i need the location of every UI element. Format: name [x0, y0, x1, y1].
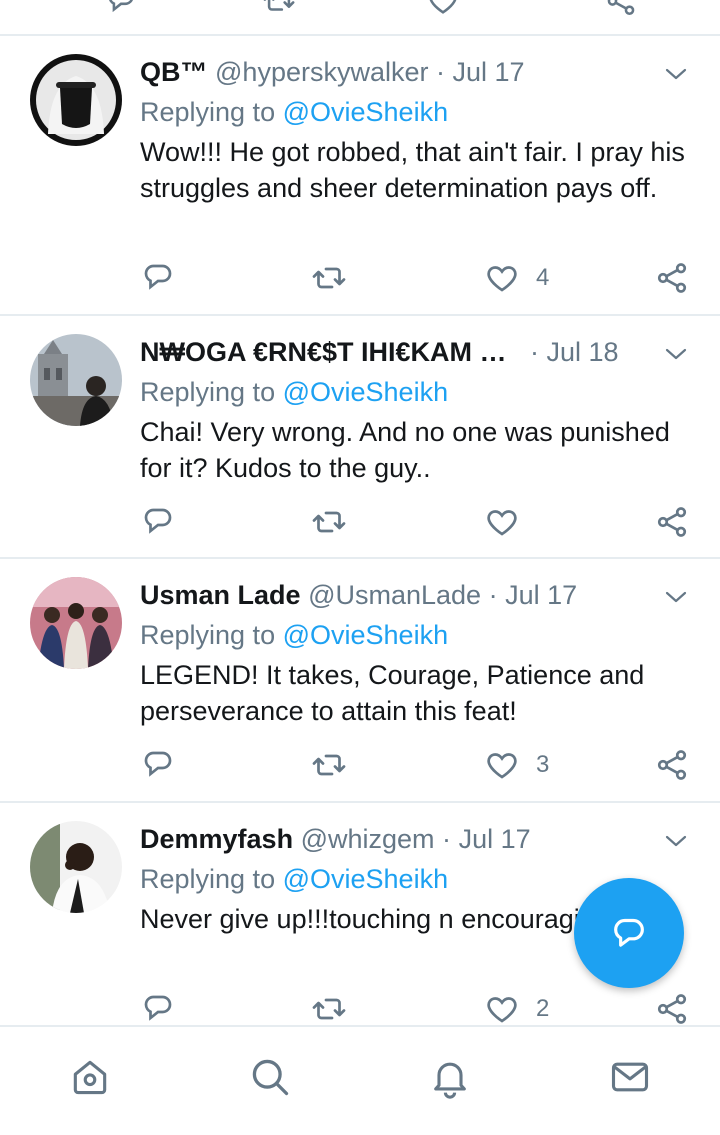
retweet-button[interactable] [310, 747, 348, 783]
share-icon[interactable] [604, 0, 638, 23]
like-button[interactable] [484, 504, 520, 540]
share-icon [657, 750, 687, 780]
reply-icon [144, 508, 172, 534]
share-icon [657, 994, 687, 1024]
tweet-actions: 3 [140, 747, 700, 783]
retweet-icon [312, 511, 346, 533]
tweet-header: Demmyfash @whizgem · Jul 17 [140, 821, 670, 857]
separator: · [530, 337, 539, 367]
share-button[interactable] [654, 504, 690, 540]
separator: · [436, 57, 445, 87]
mention-link[interactable]: @OvieSheikh [283, 377, 448, 407]
tweet-text: Chai! Very wrong. And no one was punishe… [140, 417, 670, 483]
tweet[interactable]: Usman Lade @UsmanLade · Jul 17 Replying … [0, 557, 720, 797]
heart-icon [487, 266, 517, 292]
tweet-header-date: · Jul 18 [530, 334, 630, 370]
compose-reply-icon [614, 918, 644, 947]
reply-icon [144, 751, 172, 777]
display-name[interactable]: N₩OGA €RN€$T IHI€KAM … [140, 337, 507, 367]
reply-button[interactable] [140, 260, 176, 296]
reply-icon [144, 264, 172, 290]
replying-to: Replying to @OvieSheikh [140, 617, 448, 653]
like-count: 3 [536, 751, 550, 778]
compose-reply-button[interactable] [574, 878, 684, 988]
tweet-actions: 4 [140, 260, 700, 296]
avatar[interactable] [30, 54, 122, 146]
share-button[interactable] [654, 260, 690, 296]
mention-link[interactable]: @OvieSheikh [283, 864, 448, 894]
separator: · [488, 580, 498, 610]
heart-icon [487, 753, 517, 779]
chevron-down-icon[interactable] [664, 829, 688, 853]
tweet-text: Wow!!! He got robbed, that ain't fair. I… [140, 137, 685, 203]
retweet-icon[interactable] [262, 0, 296, 23]
mention-link[interactable]: @OvieSheikh [283, 620, 448, 650]
tweet[interactable]: N₩OGA €RN€$T IHI€KAM … · Jul 18 Replying… [0, 314, 720, 554]
share-button[interactable] [654, 991, 690, 1025]
avatar[interactable] [30, 821, 122, 913]
tweet-date[interactable]: Jul 17 [459, 824, 531, 854]
home-icon[interactable] [66, 1053, 114, 1101]
tweet-actions [140, 504, 700, 540]
tweet-date[interactable]: Jul 18 [547, 337, 619, 367]
chevron-down-icon[interactable] [664, 342, 688, 366]
tweet-date[interactable]: Jul 17 [505, 580, 577, 610]
tweet-text: LEGEND! It takes, Courage, Patience and … [140, 660, 645, 726]
retweet-button[interactable] [310, 504, 348, 540]
search-icon[interactable] [246, 1053, 294, 1101]
retweet-icon [312, 998, 346, 1020]
tweet-actions: 2 [140, 991, 700, 1025]
retweet-icon [312, 267, 346, 289]
reply-button[interactable] [140, 991, 176, 1025]
display-name[interactable]: Usman Lade [140, 580, 301, 610]
retweet-icon [312, 754, 346, 776]
user-handle[interactable]: @hyperskywalker [215, 57, 428, 87]
replying-label: Replying to [140, 864, 276, 894]
user-handle[interactable]: @whizgem [301, 824, 435, 854]
messages-icon[interactable] [606, 1053, 654, 1101]
replying-to: Replying to @OvieSheikh [140, 861, 448, 897]
reply-icon [144, 995, 172, 1021]
replying-to: Replying to @OvieSheikh [140, 94, 448, 130]
reply-button[interactable] [140, 504, 176, 540]
reply-button[interactable] [140, 747, 176, 783]
replying-to: Replying to @OvieSheikh [140, 374, 448, 410]
like-button[interactable]: 2 [484, 991, 549, 1025]
share-icon [657, 507, 687, 537]
share-button[interactable] [654, 747, 690, 783]
display-name[interactable]: QB™ [140, 57, 208, 87]
bottom-navigation [0, 1025, 720, 1135]
retweet-button[interactable] [310, 260, 348, 296]
mention-link[interactable]: @OvieSheikh [283, 97, 448, 127]
heart-icon [487, 997, 517, 1023]
timeline: QB™ @hyperskywalker · Jul 17 Replying to… [0, 0, 720, 1025]
tweet-header: QB™ @hyperskywalker · Jul 17 [140, 54, 670, 90]
notifications-icon[interactable] [426, 1053, 474, 1101]
heart-icon [487, 510, 517, 536]
replying-label: Replying to [140, 97, 276, 127]
display-name[interactable]: Demmyfash [140, 824, 293, 854]
heart-icon[interactable] [426, 0, 460, 23]
like-button[interactable]: 3 [484, 747, 549, 783]
like-button[interactable]: 4 [484, 260, 549, 296]
chevron-down-icon[interactable] [664, 585, 688, 609]
replying-label: Replying to [140, 620, 276, 650]
replying-label: Replying to [140, 377, 276, 407]
share-icon [657, 263, 687, 293]
like-count: 2 [536, 995, 550, 1022]
tweet-header: Usman Lade @UsmanLade · Jul 17 [140, 577, 670, 613]
separator: · [442, 824, 452, 854]
like-count: 4 [536, 264, 550, 291]
reply-icon[interactable] [104, 0, 138, 23]
tweet-date[interactable]: Jul 17 [453, 57, 525, 87]
previous-tweet-actions [0, 0, 720, 36]
retweet-button[interactable] [310, 991, 348, 1025]
user-handle[interactable]: @UsmanLade [308, 580, 481, 610]
tweet[interactable]: QB™ @hyperskywalker · Jul 17 Replying to… [0, 34, 720, 293]
avatar[interactable] [30, 334, 122, 426]
avatar[interactable] [30, 577, 122, 669]
chevron-down-icon[interactable] [664, 62, 688, 86]
